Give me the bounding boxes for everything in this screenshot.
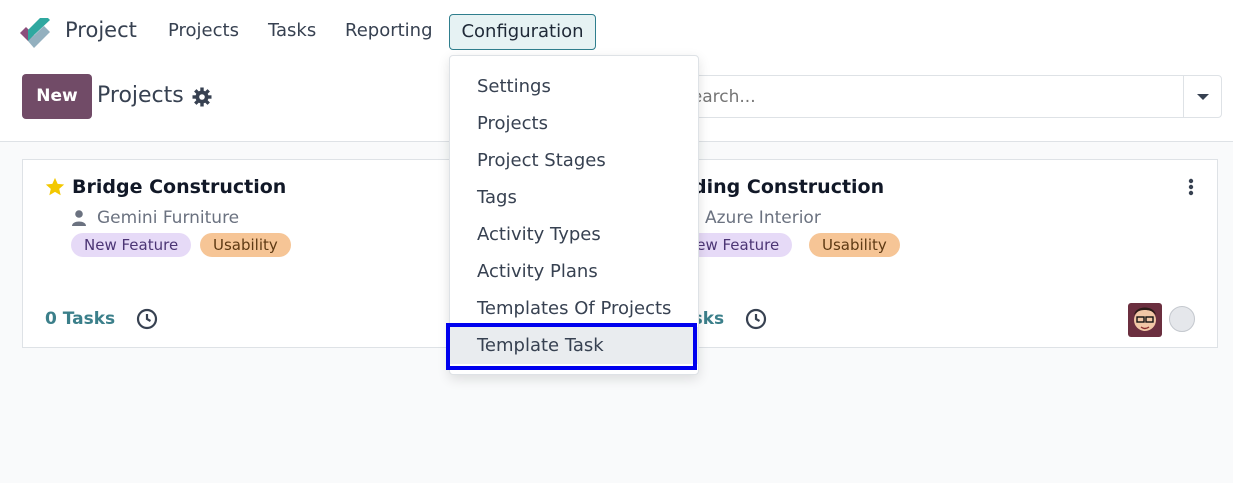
top-navbar: Project Projects Tasks Reporting Configu…	[0, 0, 1233, 62]
project-partner: Gemini Furniture	[97, 208, 240, 228]
nav-projects[interactable]: Projects	[168, 20, 239, 41]
menu-item-activity-types[interactable]: Activity Types	[450, 216, 698, 253]
tasks-count-link[interactable]: 0 Tasks	[45, 309, 115, 329]
project-card[interactable]: Bridge Construction Gemini Furniture New…	[22, 159, 462, 348]
avatar-icon[interactable]	[1128, 303, 1162, 337]
star-icon[interactable]	[44, 176, 66, 198]
page-title: Projects	[97, 83, 184, 108]
search-options-toggle[interactable]	[1183, 75, 1222, 118]
project-partner: Azure Interior	[705, 208, 821, 228]
app-name[interactable]: Project	[65, 18, 137, 42]
user-icon	[72, 210, 86, 226]
tag-new-feature: New Feature	[71, 233, 192, 257]
menu-item-project-stages[interactable]: Project Stages	[450, 142, 698, 179]
nav-tasks[interactable]: Tasks	[268, 20, 316, 41]
menu-item-tags[interactable]: Tags	[450, 179, 698, 216]
menu-item-templates-of-projects[interactable]: Templates Of Projects	[450, 290, 698, 327]
project-logo-icon[interactable]	[20, 18, 52, 48]
tag-usability: Usability	[809, 233, 900, 257]
gear-icon[interactable]	[192, 87, 212, 107]
search-input[interactable]	[681, 76, 1183, 117]
unassigned-avatar[interactable]	[1169, 306, 1195, 332]
menu-item-settings[interactable]: Settings	[450, 68, 698, 105]
clock-icon[interactable]	[136, 308, 158, 330]
nav-reporting[interactable]: Reporting	[345, 20, 433, 41]
project-name: Bridge Construction	[72, 176, 287, 198]
highlight-box	[446, 323, 697, 370]
kebab-menu-icon[interactable]	[1188, 178, 1194, 196]
new-button[interactable]: New	[22, 74, 92, 119]
project-card[interactable]: Building Construction Azure Interior New…	[631, 159, 1218, 348]
search-field[interactable]	[680, 75, 1183, 118]
clock-icon[interactable]	[745, 308, 767, 330]
caret-down-icon	[1197, 94, 1209, 100]
menu-item-projects[interactable]: Projects	[450, 105, 698, 142]
nav-configuration[interactable]: Configuration	[449, 14, 596, 50]
menu-item-activity-plans[interactable]: Activity Plans	[450, 253, 698, 290]
tag-usability: Usability	[200, 233, 291, 257]
